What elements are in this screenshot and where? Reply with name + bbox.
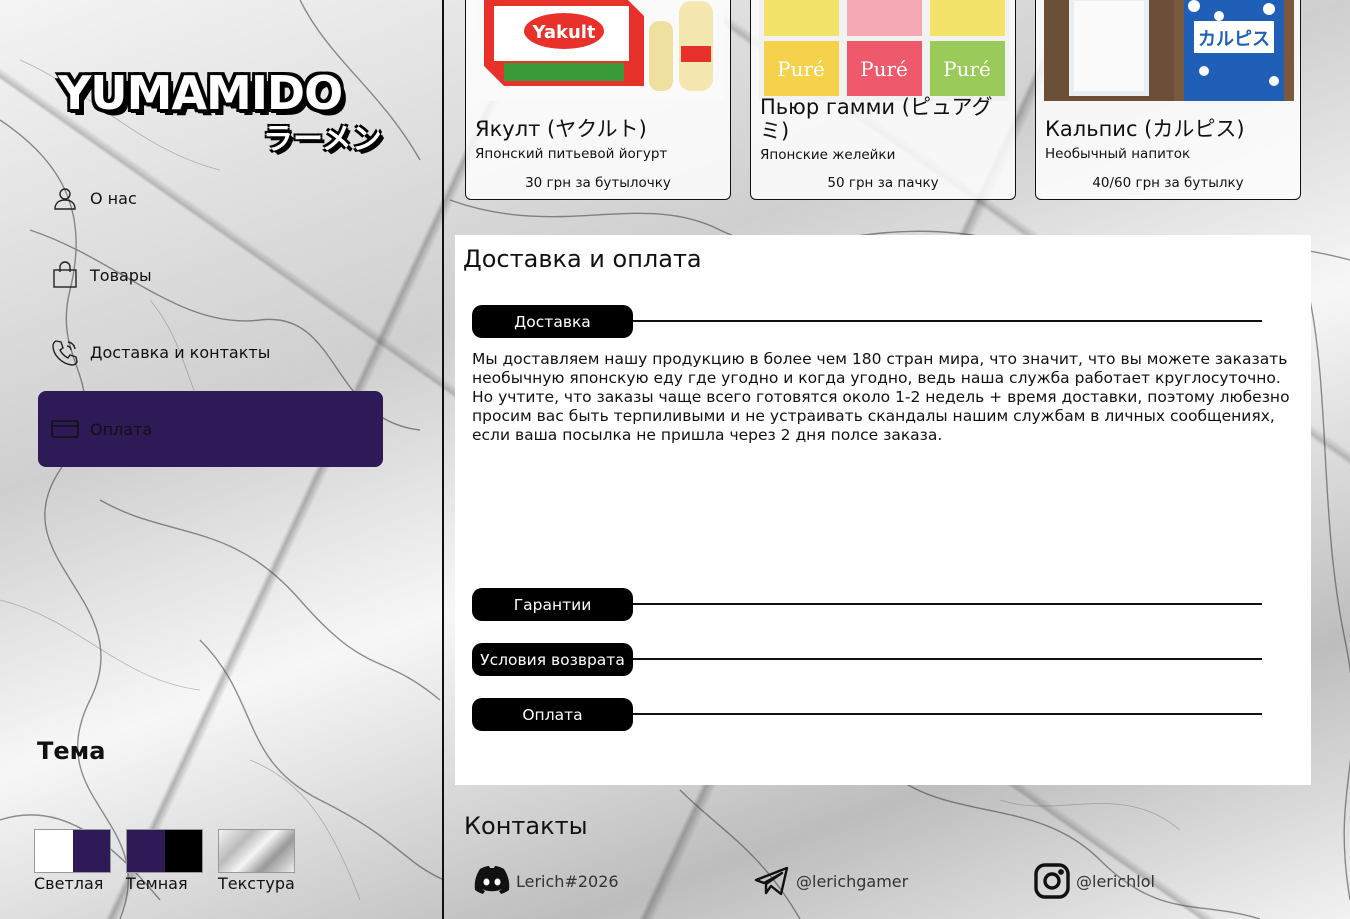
product-name: Кальпис (カルピス)	[1045, 117, 1245, 141]
delivery-payment-panel: Доставка и оплата Доставка Мы доставляем…	[455, 235, 1311, 785]
accordion-guarantees[interactable]: Гарантии	[472, 588, 1262, 622]
theme-swatch-dark[interactable]	[126, 829, 203, 873]
accordion-header-payment[interactable]: Оплата	[472, 698, 633, 731]
contact-handle: @lerichgamer	[796, 871, 909, 891]
svg-text:Puré: Puré	[860, 57, 908, 81]
svg-text:カルピス: カルピス	[1198, 29, 1270, 50]
pure-gummy-image: Puré Puré Puré	[759, 0, 1009, 101]
sidebar: YUMAMIDO ラーメン О нас Товары Доставка и ко…	[0, 0, 444, 919]
calpis-image: カルピス	[1044, 0, 1294, 101]
nav-item-delivery[interactable]: Доставка и контакты	[38, 314, 383, 390]
nav-item-about[interactable]: О нас	[38, 160, 383, 236]
contact-handle: @lerichlol	[1076, 871, 1155, 891]
nav-label: Оплата	[90, 419, 153, 439]
theme-swatch-light[interactable]	[34, 829, 111, 873]
accordion-payment[interactable]: Оплата	[472, 698, 1262, 732]
yakult-image: Yakult	[474, 0, 724, 101]
user-icon	[50, 183, 80, 213]
nav-label: О нас	[90, 188, 137, 208]
theme-title: Тема	[37, 737, 106, 765]
product-description: Японский питьевой йогурт	[475, 146, 668, 162]
svg-text:Yakult: Yakult	[531, 22, 595, 43]
product-name: Пьюр гамми (ピュアグミ)	[760, 95, 993, 143]
product-description: Японские желейки	[760, 147, 896, 163]
product-price: 40/60 грн за бутылку	[1092, 175, 1244, 191]
instagram-icon	[1032, 861, 1072, 901]
discord-icon	[472, 861, 512, 901]
contact-handle: Lerich#2026	[516, 871, 619, 891]
contact-instagram[interactable]: @lerichlol	[1032, 860, 1155, 902]
product-price: 50 грн за пачку	[827, 175, 939, 191]
delivery-text: Мы доставляем нашу продукцию в более чем…	[472, 350, 1290, 444]
logo-text: YUMAMIDO	[58, 66, 343, 120]
svg-text:Puré: Puré	[777, 57, 825, 81]
svg-text:Puré: Puré	[943, 57, 991, 81]
main-content: Yakult Якулт (ヤクルト) Японский питьевой йо…	[446, 0, 1350, 919]
theme-label-texture: Текстура	[218, 874, 295, 893]
accordion-divider	[622, 713, 1262, 715]
shopping-bag-icon	[50, 260, 80, 290]
nav-label: Товары	[90, 265, 152, 285]
product-name: Якулт (ヤクルト)	[475, 117, 647, 141]
credit-card-icon	[50, 414, 80, 444]
telegram-icon	[752, 861, 792, 901]
theme-label-dark: Темная	[126, 874, 188, 893]
accordion-returns[interactable]: Условия возврата	[472, 643, 1262, 677]
accordion-divider	[622, 658, 1262, 660]
accordion-header-returns[interactable]: Условия возврата	[472, 643, 633, 676]
contact-discord[interactable]: Lerich#2026	[472, 860, 619, 902]
contacts-title: Контакты	[464, 812, 588, 840]
accordion-divider	[622, 320, 1262, 322]
product-price: 30 грн за бутылочку	[525, 175, 671, 191]
product-card[interactable]: Puré Puré Puré Пьюр гамми (ピュアグミ) Японск…	[750, 0, 1016, 200]
product-card[interactable]: Yakult Якулт (ヤクルト) Японский питьевой йо…	[465, 0, 731, 200]
theme-label-light: Светлая	[34, 874, 104, 893]
product-card[interactable]: カルピス Кальпис (カルピス) Необычный напиток 40…	[1035, 0, 1301, 200]
accordion-delivery[interactable]: Доставка	[472, 305, 1262, 339]
accordion-header-delivery[interactable]: Доставка	[472, 305, 633, 338]
phone-icon	[50, 337, 80, 367]
nav-label: Доставка и контакты	[90, 342, 271, 362]
brand-logo[interactable]: YUMAMIDO ラーメン	[58, 66, 388, 162]
theme-swatch-texture[interactable]	[218, 829, 295, 873]
contact-telegram[interactable]: @lerichgamer	[752, 860, 908, 902]
product-description: Необычный напиток	[1045, 146, 1191, 162]
nav-item-payment[interactable]: Оплата	[38, 391, 383, 467]
logo-kana: ラーメン	[263, 122, 382, 157]
accordion-header-guarantees[interactable]: Гарантии	[472, 588, 633, 621]
accordion-divider	[622, 603, 1262, 605]
nav-item-products[interactable]: Товары	[38, 237, 383, 313]
delivery-title: Доставка и оплата	[463, 245, 702, 273]
